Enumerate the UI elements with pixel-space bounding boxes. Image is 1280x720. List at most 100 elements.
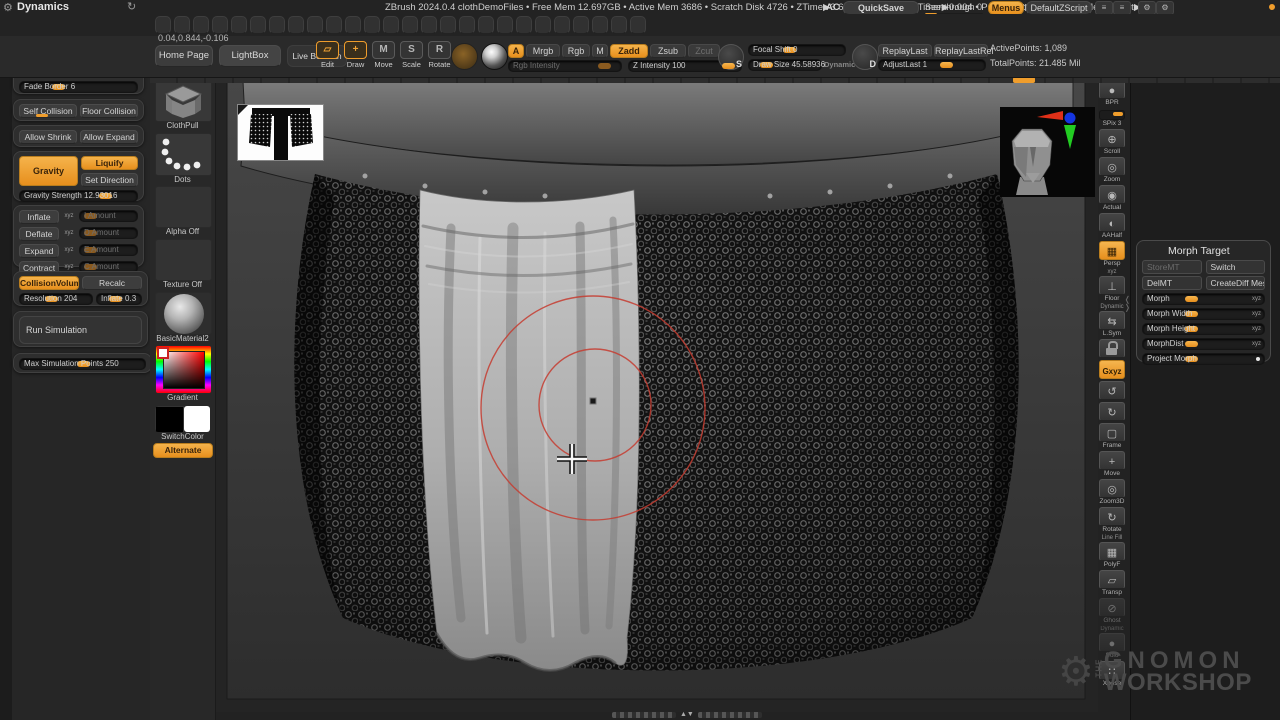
right-strip-bpr[interactable]: ● BPR bbox=[1098, 80, 1126, 107]
inflate-amount-slider[interactable]: Inflate 0.3 bbox=[96, 293, 142, 305]
menu-item-render[interactable] bbox=[478, 16, 494, 34]
menu-item-help[interactable] bbox=[630, 16, 646, 34]
tool-section-display-properties[interactable] bbox=[1131, 464, 1280, 480]
zsub-button[interactable]: Zsub bbox=[650, 44, 686, 58]
right-strip-transp[interactable]: ▱ Transp bbox=[1098, 570, 1126, 597]
tool-section-visibility[interactable] bbox=[1131, 198, 1280, 214]
menu-item-layer[interactable] bbox=[307, 16, 323, 34]
tool-section-deformation[interactable] bbox=[1131, 166, 1280, 182]
tool-section-export[interactable] bbox=[1131, 528, 1280, 544]
right-strip-aahalf[interactable]: ◐ AAHalf bbox=[1098, 213, 1126, 240]
alternate-button[interactable]: Alternate bbox=[153, 443, 213, 458]
gravity-strength-slider[interactable]: Gravity Strength 12.93016 bbox=[19, 190, 138, 202]
home-page-button[interactable]: Home Page bbox=[155, 45, 213, 67]
right-strip-persp[interactable]: ▦ Persp bbox=[1098, 241, 1126, 268]
stroke-thumbnail[interactable] bbox=[155, 133, 212, 176]
resolution-slider[interactable]: Resolution 204 bbox=[19, 293, 93, 305]
rgb-button[interactable]: Rgb bbox=[562, 44, 590, 58]
material-thumbnail[interactable] bbox=[155, 292, 212, 335]
mode-move[interactable]: M Move bbox=[371, 41, 396, 69]
right-strip-spix[interactable]: SPix 3 bbox=[1098, 108, 1126, 128]
current-material-icon[interactable] bbox=[481, 43, 508, 70]
max-simulation-points-slider[interactable]: Max Simulation Points 250 bbox=[19, 358, 146, 370]
viewport-canvas[interactable] bbox=[215, 78, 1098, 712]
config-icon-left[interactable]: ⚙ bbox=[1138, 1, 1156, 15]
rgb-intensity-slider[interactable]: Rgb Intensity bbox=[508, 60, 622, 72]
canvas-scrollbar[interactable]: ▲▼ bbox=[612, 711, 782, 719]
scroll-arrows[interactable]: ▲▼ bbox=[680, 711, 694, 719]
switch-button[interactable]: Switch bbox=[1206, 260, 1266, 274]
mode-scale[interactable]: S Scale bbox=[399, 41, 424, 69]
tool-section-fibermesh[interactable] bbox=[1131, 102, 1280, 118]
lightbox-button[interactable]: LightBox bbox=[219, 45, 281, 67]
deflate-button[interactable]: Deflate bbox=[19, 227, 59, 241]
d-amount-slider[interactable]: D Amount bbox=[79, 227, 138, 239]
project-morph-slider[interactable]: Project Morph bbox=[1142, 353, 1265, 365]
focal-shift-slider[interactable]: Focal Shift 0 bbox=[748, 44, 846, 56]
menu-item-preferences[interactable] bbox=[459, 16, 475, 34]
menu-item-draw[interactable] bbox=[231, 16, 247, 34]
right-strip-ghost[interactable]: ⊘ Ghost bbox=[1098, 598, 1126, 625]
fade-border-slider[interactable]: Fade Border 6 bbox=[19, 81, 138, 93]
self-collision-button[interactable]: Self Collision bbox=[19, 104, 77, 118]
menu-item-transform[interactable] bbox=[573, 16, 589, 34]
tool-section-surface[interactable] bbox=[1131, 150, 1280, 166]
menu-item-zplugin[interactable] bbox=[592, 16, 608, 34]
replay-last-button[interactable]: ReplayLast bbox=[878, 44, 932, 58]
tool-section-polypaint[interactable] bbox=[1131, 368, 1280, 384]
right-strip-move[interactable]: + Move bbox=[1098, 451, 1126, 478]
menu-item-zscript[interactable] bbox=[611, 16, 627, 34]
cloth-tabard[interactable] bbox=[419, 190, 639, 671]
config-icon-right[interactable]: ⚙ bbox=[1156, 1, 1174, 15]
scroll-track-left[interactable] bbox=[612, 712, 676, 718]
menu-item-alpha[interactable] bbox=[155, 16, 171, 34]
replay-last-rel-button[interactable]: ReplayLastRel bbox=[934, 44, 988, 58]
collision-volume-button[interactable]: CollisionVolum bbox=[19, 276, 79, 290]
del-mt-button[interactable]: DelMT bbox=[1142, 276, 1202, 290]
morph-dist-slider[interactable]: MorphDist xyz bbox=[1142, 338, 1265, 350]
m-button[interactable]: M bbox=[592, 44, 608, 58]
menu-item-marker[interactable] bbox=[364, 16, 380, 34]
right-strip-zoom3d[interactable]: ◎ Zoom3D bbox=[1098, 479, 1126, 506]
mode-rotate[interactable]: R Rotate bbox=[427, 41, 452, 69]
menu-item-brush[interactable] bbox=[174, 16, 190, 34]
menu-item-tool[interactable] bbox=[554, 16, 570, 34]
tool-section-unified-skin[interactable] bbox=[1131, 480, 1280, 496]
creatediff-mesh-button[interactable]: CreateDiff Mes bbox=[1206, 276, 1266, 290]
dynamic-label[interactable]: Dynamic bbox=[824, 60, 855, 69]
deflate-xyz-toggle[interactable]: xyz bbox=[62, 227, 76, 241]
draw-size-slider[interactable]: Draw Size 45.58936 bbox=[748, 59, 822, 71]
right-strip-frame[interactable]: ▢ Frame bbox=[1098, 423, 1126, 450]
saturation-square[interactable] bbox=[163, 351, 205, 389]
alpha-thumbnail[interactable] bbox=[155, 186, 212, 228]
tool-section-preview[interactable] bbox=[1131, 134, 1280, 150]
tool-preview-thumbnail[interactable] bbox=[237, 104, 324, 161]
brush-thumbnail[interactable] bbox=[155, 79, 212, 122]
set-direction-button[interactable]: Set Direction bbox=[81, 173, 138, 187]
right-strip-actual[interactable]: ◉ Actual bbox=[1098, 185, 1126, 212]
menu-item-stroke[interactable] bbox=[516, 16, 532, 34]
tool-section-masking[interactable] bbox=[1131, 182, 1280, 198]
morph-width-slider[interactable]: Morph Width xyz bbox=[1142, 308, 1265, 320]
expand-xyz-toggle[interactable]: xyz bbox=[62, 244, 76, 258]
menu-item-movie[interactable] bbox=[421, 16, 437, 34]
menu-item-picker[interactable] bbox=[440, 16, 456, 34]
e-amount-slider[interactable]: E Amount bbox=[79, 244, 138, 256]
right-strip-spin-left[interactable]: ↺ bbox=[1098, 381, 1126, 401]
secondary-color-swatch[interactable] bbox=[184, 406, 210, 432]
inflate-button[interactable]: Inflate bbox=[19, 210, 59, 224]
current-brush-icon[interactable] bbox=[451, 43, 478, 70]
menu-item-document[interactable] bbox=[212, 16, 228, 34]
tool-section-initialize[interactable] bbox=[1131, 496, 1280, 512]
morph-height-slider[interactable]: Morph Height xyz bbox=[1142, 323, 1265, 335]
tool-section-uv-map[interactable] bbox=[1131, 384, 1280, 400]
menu-item-color[interactable] bbox=[193, 16, 209, 34]
tool-section-texture-map[interactable] bbox=[1131, 400, 1280, 416]
refresh-icon[interactable]: ↻ bbox=[127, 0, 136, 13]
right-strip-scroll[interactable]: ⊕ Scroll bbox=[1098, 129, 1126, 156]
gravity-button[interactable]: Gravity bbox=[19, 156, 78, 186]
i-amount-slider[interactable]: I Amount bbox=[79, 210, 138, 222]
tool-section-normal-map[interactable] bbox=[1131, 432, 1280, 448]
recalc-button[interactable]: Recalc bbox=[82, 276, 142, 290]
store-mt-button[interactable]: StoreMT bbox=[1142, 260, 1202, 274]
